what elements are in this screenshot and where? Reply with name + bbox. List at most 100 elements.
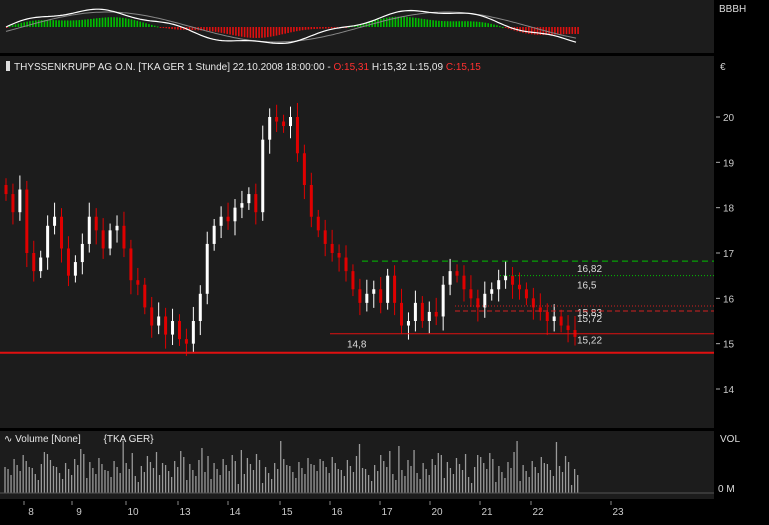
price-tick-label: 14: [723, 385, 735, 396]
level-label: 16,5: [577, 281, 597, 292]
indicator-bar: [496, 25, 498, 27]
header-separator: -: [327, 62, 331, 73]
indicator-bar: [142, 22, 144, 27]
candle-body: [552, 316, 556, 321]
price-unit: €: [720, 62, 726, 73]
indicator-bar: [438, 20, 440, 27]
price-tick-label: 16: [723, 294, 735, 305]
indicator-bar: [122, 17, 124, 27]
candle-body: [198, 293, 202, 321]
time-label: 13: [179, 507, 191, 518]
candle-body: [73, 262, 77, 276]
indicator-bar: [525, 27, 527, 34]
indicator-bar: [293, 27, 295, 32]
candle-body: [94, 216, 98, 231]
indicator-bar: [168, 27, 170, 29]
indicator-bar: [110, 17, 112, 27]
indicator-bar: [61, 20, 63, 27]
candle-body: [226, 216, 230, 222]
indicator-bar: [240, 27, 243, 37]
indicator-bar: [90, 18, 92, 27]
indicator-bar: [272, 27, 275, 37]
indicator-bar: [458, 21, 460, 27]
candle-body: [233, 207, 237, 222]
candle-body: [39, 257, 43, 272]
indicator-bar: [327, 27, 330, 29]
indicator-bar: [461, 21, 463, 27]
candle-body: [268, 117, 272, 140]
level-label: 16,82: [577, 264, 602, 275]
indicator-bar: [145, 23, 147, 27]
indicator-bar: [52, 20, 54, 27]
candle-body: [504, 275, 508, 281]
price-tick-label: 18: [723, 204, 735, 215]
support-label: 14,8: [347, 340, 367, 351]
indicator-chart: [5, 8, 579, 44]
indicator-bar: [72, 20, 75, 27]
indicator-label: BBBH: [719, 4, 747, 15]
candle-body: [559, 316, 563, 326]
indicator-bar: [209, 27, 211, 32]
indicator-bar: [406, 16, 408, 27]
candle-body: [108, 230, 112, 249]
indicator-bar: [58, 20, 60, 27]
indicator-bar: [64, 20, 66, 27]
instrument-name: THYSSENKRUPP AG O.N.: [14, 62, 136, 73]
indicator-bar: [95, 18, 98, 27]
indicator-bar: [211, 27, 214, 32]
candle-body: [122, 225, 126, 249]
indicator-bar: [29, 21, 31, 27]
time-axis[interactable]: 8 9 10 13 14 15 16 17 20 21 22 23: [0, 501, 769, 520]
indicator-bar: [423, 19, 426, 27]
candle-body: [60, 216, 64, 249]
indicator-bar: [235, 27, 237, 36]
chart-header: THYSSENKRUPP AG O.N. [TKA GER 1 Stunde] …: [6, 61, 481, 73]
indicator-bar: [8, 26, 11, 28]
indicator-bar: [133, 20, 136, 27]
price-axis-svg: 20 19 18 17 16 15 14 €: [716, 62, 735, 396]
time-label: 16: [331, 507, 343, 518]
indicator-bar: [417, 18, 420, 27]
indicator-bar: [252, 27, 255, 38]
indicator-axis: BBBH: [716, 0, 769, 53]
indicator-bar: [278, 27, 281, 35]
indicator-bar: [287, 27, 289, 33]
indicator-panel: [0, 0, 714, 53]
candle-body: [25, 189, 29, 253]
indicator-bar: [385, 17, 388, 27]
indicator-bar: [290, 27, 292, 33]
indicator-bar: [449, 21, 452, 27]
instrument-info: [TKA GER 1 Stunde]: [138, 62, 231, 73]
indicator-bar: [249, 27, 252, 38]
indicator-bar: [577, 27, 579, 35]
candle-body: [164, 316, 168, 335]
candle-body: [177, 321, 181, 340]
candle-body: [53, 216, 57, 226]
candle-body: [441, 284, 445, 317]
candle-body: [351, 271, 355, 290]
time-label: 8: [28, 507, 34, 518]
high-value: H:15,32: [371, 62, 407, 73]
candle-body: [191, 321, 195, 344]
indicator-bar: [412, 17, 414, 27]
time-label: 15: [281, 507, 293, 518]
indicator-bar: [562, 27, 565, 35]
candle-body: [511, 275, 515, 285]
volume-header: ∿ Volume [None] {TKA GER}: [4, 434, 154, 445]
candle-body: [462, 275, 466, 290]
indicator-bar: [275, 27, 278, 36]
price-chart[interactable]: 16,8216,515,8315,7215,2214,8: [0, 56, 714, 428]
price-panel[interactable]: 16,82 16,5 15,83 15,72 15,22 14,8: [0, 56, 714, 428]
price-axis[interactable]: 20 19 18 17 16 15 14 €: [716, 56, 769, 428]
indicator-bar: [557, 27, 559, 35]
indicator-bar: [446, 21, 449, 27]
low-value: L:15,09: [409, 62, 444, 73]
price-tick-label: 17: [723, 249, 735, 260]
level-label: 15,72: [577, 314, 602, 325]
indicator-bar: [75, 20, 78, 27]
indicator-bar: [255, 27, 257, 38]
candle-body: [379, 289, 383, 303]
candle-body: [386, 275, 390, 303]
candle-body: [344, 257, 348, 272]
volume-title: Volume [None]: [15, 434, 81, 445]
